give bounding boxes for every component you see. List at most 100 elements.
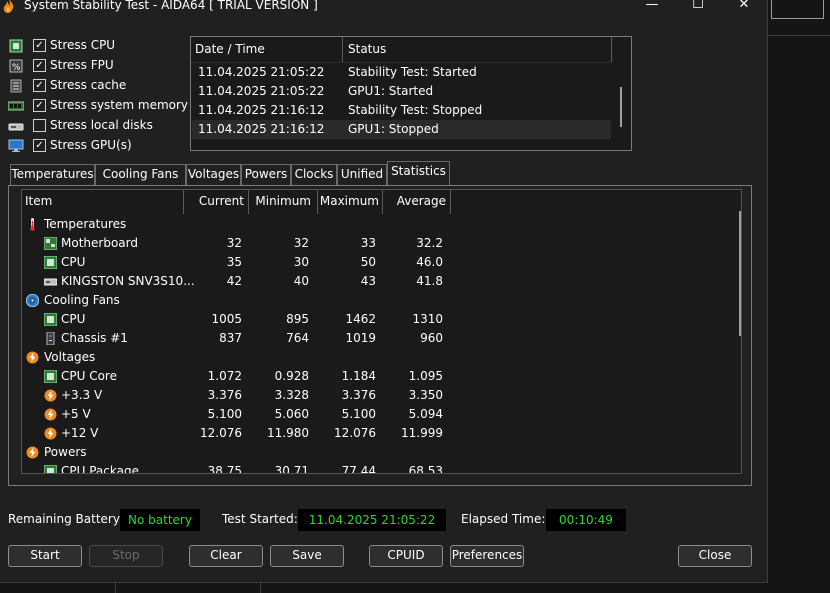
log-status: Stability Test: Stopped xyxy=(348,103,483,117)
log-scrollbar-thumb[interactable] xyxy=(620,87,622,127)
table-row[interactable]: +12 V 12.076 11.980 12.076 11.999 xyxy=(22,424,741,443)
stress-disks-label: Stress local disks xyxy=(50,118,153,132)
log-header-datetime[interactable]: Date / Time xyxy=(195,42,265,56)
grid-scrollbar-thumb[interactable] xyxy=(739,211,741,336)
value-average: 1310 xyxy=(412,312,443,326)
window-title: System Stability Test - AIDA64 [ TRIAL V… xyxy=(24,0,318,12)
tab-unified[interactable]: Unified xyxy=(337,164,387,185)
table-row[interactable]: +5 V 5.100 5.060 5.100 5.094 xyxy=(22,405,741,424)
value-current: 3.376 xyxy=(207,388,242,402)
value-minimum: 30.71 xyxy=(274,464,309,474)
clear-button[interactable]: Clear xyxy=(189,545,263,567)
value-average: 68.53 xyxy=(408,464,443,474)
tab-voltages[interactable]: Voltages xyxy=(186,164,241,185)
value-maximum: 1019 xyxy=(345,331,376,345)
battery-label: Remaining Battery: xyxy=(8,512,124,526)
tab-statistics[interactable]: Statistics xyxy=(387,161,450,187)
table-row[interactable]: CPU Core 1.072 0.928 1.184 1.095 xyxy=(22,367,741,386)
tab-temperatures[interactable]: Temperatures xyxy=(10,164,95,185)
value-average: 3.350 xyxy=(408,388,443,402)
column-separator[interactable] xyxy=(611,37,612,62)
event-log[interactable]: Date / Time Status 11.04.2025 21:05:22 S… xyxy=(190,36,632,151)
taskbar-divider xyxy=(115,583,116,593)
value-maximum: 12.076 xyxy=(334,426,376,440)
stress-cache-checkbox[interactable]: ✓ xyxy=(33,79,46,92)
lightning-icon xyxy=(26,351,39,364)
group-row[interactable]: Cooling Fans xyxy=(22,291,741,310)
tab-cooling-fans[interactable]: Cooling Fans xyxy=(95,164,186,185)
lightning-icon xyxy=(44,389,57,402)
value-minimum: 32 xyxy=(293,236,309,250)
grid-header: Item Current Minimum Maximum Average xyxy=(22,190,452,214)
item-name: KINGSTON SNV3S10... xyxy=(61,274,195,288)
title-bar[interactable]: System Stability Test - AIDA64 [ TRIAL V… xyxy=(0,0,767,14)
motherboard-icon xyxy=(44,237,57,250)
value-current: 5.100 xyxy=(207,407,242,421)
table-row[interactable]: CPU 35 30 50 46.0 xyxy=(22,253,741,272)
header-current[interactable]: Current xyxy=(184,194,244,208)
stress-memory-checkbox[interactable]: ✓ xyxy=(33,99,46,112)
column-separator[interactable] xyxy=(382,190,383,214)
column-separator[interactable] xyxy=(248,190,249,214)
value-maximum: 43 xyxy=(360,274,376,288)
column-separator[interactable] xyxy=(342,37,343,62)
stress-gpu-label: Stress GPU(s) xyxy=(50,138,132,152)
item-name: CPU xyxy=(61,255,86,269)
save-button[interactable]: Save xyxy=(270,545,344,567)
aida64-flame-icon xyxy=(3,0,14,13)
battery-value: No battery xyxy=(120,509,200,531)
group-name: Temperatures xyxy=(44,217,127,231)
stress-gpu-checkbox[interactable]: ✓ xyxy=(33,139,46,152)
header-maximum[interactable]: Maximum xyxy=(319,194,379,208)
log-row[interactable]: 11.04.2025 21:05:22 GPU1: Started xyxy=(192,82,611,101)
table-row[interactable]: Chassis #1 837 764 1019 960 xyxy=(22,329,741,348)
close-button[interactable]: Close xyxy=(678,545,752,567)
group-row[interactable]: Voltages xyxy=(22,348,741,367)
value-maximum: 77.44 xyxy=(341,464,376,474)
value-minimum: 895 xyxy=(286,312,309,326)
log-status: GPU1: Started xyxy=(348,84,434,98)
tab-powers[interactable]: Powers xyxy=(241,164,291,185)
value-maximum: 50 xyxy=(360,255,376,269)
cpuid-button[interactable]: CPUID xyxy=(369,545,443,567)
stress-disks-checkbox[interactable] xyxy=(33,119,46,132)
column-separator[interactable] xyxy=(317,190,318,214)
column-separator[interactable] xyxy=(450,190,451,214)
group-row[interactable]: Powers xyxy=(22,443,741,462)
maximize-button[interactable]: ☐ xyxy=(675,0,721,14)
tab-clocks[interactable]: Clocks xyxy=(291,164,337,185)
log-row[interactable]: 11.04.2025 21:16:12 GPU1: Stopped xyxy=(192,120,611,139)
statistics-grid[interactable]: Item Current Minimum Maximum Average Tem… xyxy=(21,189,742,474)
stress-memory-label: Stress system memory xyxy=(50,98,189,112)
table-row[interactable]: KINGSTON SNV3S10... 42 40 43 41.8 xyxy=(22,272,741,291)
log-date: 11.04.2025 21:16:12 xyxy=(198,122,325,136)
log-header-status[interactable]: Status xyxy=(348,42,386,56)
minimize-button[interactable]: — xyxy=(629,0,675,14)
statistics-panel: Item Current Minimum Maximum Average Tem… xyxy=(8,185,752,486)
header-item[interactable]: Item xyxy=(25,194,52,208)
group-row[interactable]: Temperatures xyxy=(22,215,741,234)
test-started-label: Test Started: xyxy=(222,512,298,526)
table-row[interactable]: +3.3 V 3.376 3.328 3.376 3.350 xyxy=(22,386,741,405)
preferences-button[interactable]: Preferences xyxy=(450,545,524,567)
stress-cpu-checkbox[interactable]: ✓ xyxy=(33,39,46,52)
value-average: 5.094 xyxy=(408,407,443,421)
disk-drive-icon xyxy=(44,278,57,286)
cpu-chip-icon xyxy=(44,370,57,383)
header-average[interactable]: Average xyxy=(386,194,446,208)
value-maximum: 1462 xyxy=(345,312,376,326)
value-average: 960 xyxy=(420,331,443,345)
table-row[interactable]: Motherboard 32 32 33 32.2 xyxy=(22,234,741,253)
log-row[interactable]: 11.04.2025 21:16:12 Stability Test: Stop… xyxy=(192,101,611,120)
header-minimum[interactable]: Minimum xyxy=(251,194,311,208)
log-row[interactable]: 11.04.2025 21:05:22 Stability Test: Star… xyxy=(192,63,611,82)
table-row[interactable]: CPU Package 38.75 30.71 77.44 68.53 xyxy=(22,462,741,474)
value-current: 1005 xyxy=(211,312,242,326)
stress-fpu-checkbox[interactable]: ✓ xyxy=(33,59,46,72)
table-row[interactable]: CPU 1005 895 1462 1310 xyxy=(22,310,741,329)
start-button[interactable]: Start xyxy=(8,545,82,567)
value-current: 38.75 xyxy=(207,464,242,474)
item-name: Motherboard xyxy=(61,236,138,250)
close-window-button[interactable]: ✕ xyxy=(721,0,767,14)
stop-button[interactable]: Stop xyxy=(89,545,163,567)
